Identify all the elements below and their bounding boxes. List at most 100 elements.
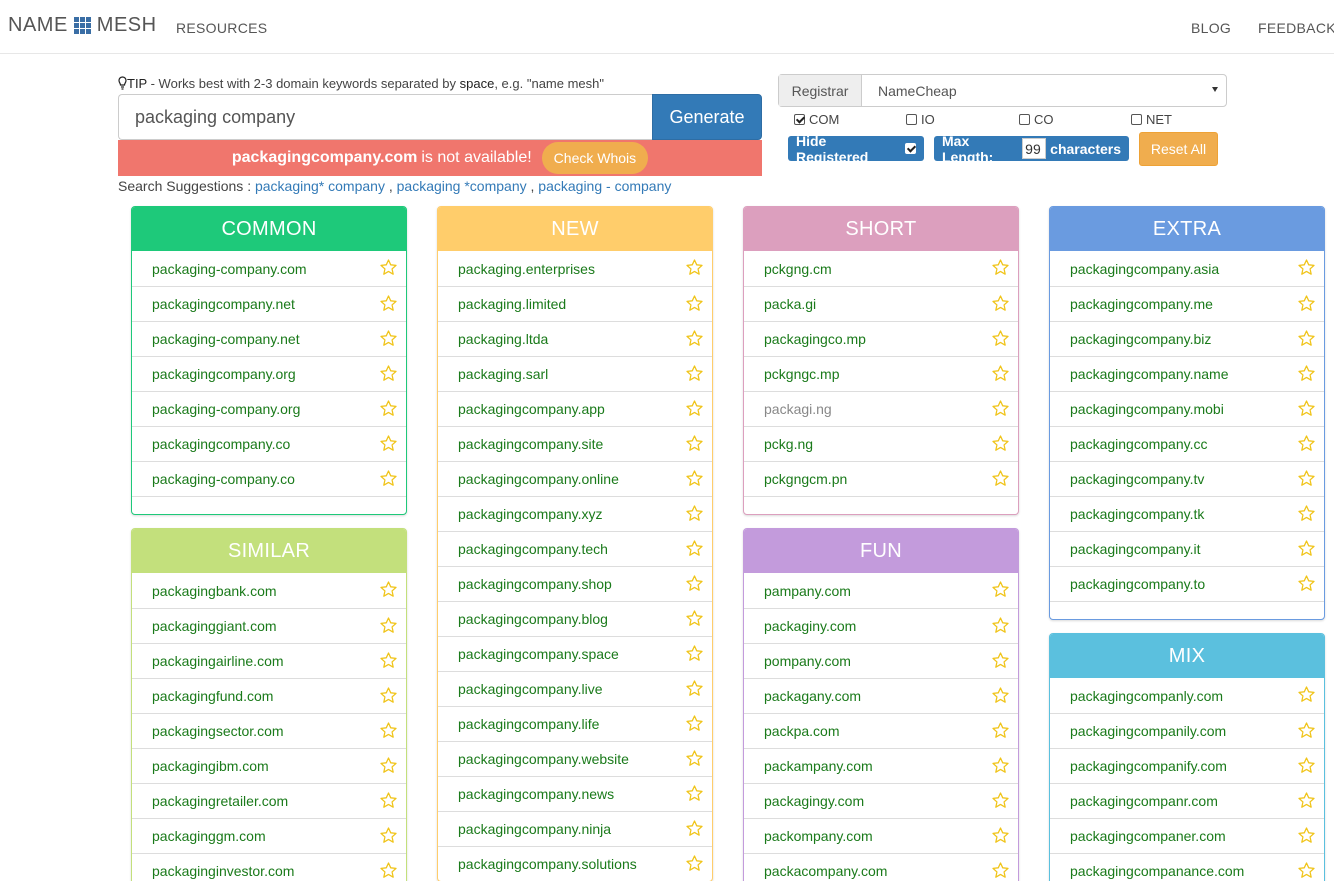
nav-resources[interactable]: RESOURCES [176, 20, 267, 36]
checkbox[interactable] [1131, 114, 1142, 125]
domain-row[interactable]: packagingcompany.xyz [438, 496, 712, 531]
star-icon[interactable] [379, 861, 398, 880]
domain-row[interactable]: packagingy.com [744, 783, 1018, 818]
domain-name[interactable]: packagingcompany.me [1070, 296, 1213, 312]
domain-name[interactable]: packagingcompany.tech [458, 541, 608, 557]
star-icon[interactable] [1297, 469, 1316, 488]
domain-row[interactable]: packagingcompany.tk [1050, 496, 1324, 531]
star-icon[interactable] [991, 721, 1010, 740]
star-icon[interactable] [379, 258, 398, 277]
domain-name[interactable]: packagingairline.com [152, 653, 284, 669]
star-icon[interactable] [1297, 791, 1316, 810]
domain-name[interactable]: packagingcompany.it [1070, 541, 1200, 557]
domain-row[interactable]: packagingco.mp [744, 321, 1018, 356]
domain-row[interactable]: packaging-company.net [132, 321, 406, 356]
star-icon[interactable] [991, 686, 1010, 705]
tld-net[interactable]: NET [1131, 112, 1172, 127]
domain-name[interactable]: packagingcompany.name [1070, 366, 1229, 382]
domain-name[interactable]: packaging.limited [458, 296, 566, 312]
domain-name[interactable]: pampany.com [764, 583, 851, 599]
domain-name[interactable]: pckgngcm.pn [764, 471, 847, 487]
star-icon[interactable] [685, 504, 704, 523]
star-icon[interactable] [1297, 826, 1316, 845]
domain-name[interactable]: packagingco.mp [764, 331, 866, 347]
domain-name[interactable]: packagingcompanly.com [1070, 688, 1223, 704]
domain-row[interactable]: packa.gi [744, 286, 1018, 321]
star-icon[interactable] [991, 756, 1010, 775]
star-icon[interactable] [379, 616, 398, 635]
star-icon[interactable] [1297, 258, 1316, 277]
domain-name[interactable]: packagingcompany.solutions [458, 856, 637, 872]
search-input[interactable] [118, 94, 653, 140]
domain-row[interactable]: packagingcompany.website [438, 741, 712, 776]
domain-name[interactable]: packampany.com [764, 758, 873, 774]
star-icon[interactable] [685, 574, 704, 593]
domain-row[interactable]: packagingcompany.net [132, 286, 406, 321]
domain-name[interactable]: packagingcompanr.com [1070, 793, 1218, 809]
domain-name[interactable]: packagingsector.com [152, 723, 284, 739]
domain-name[interactable]: packagingcompanance.com [1070, 863, 1244, 879]
domain-row[interactable]: packagingcompany.mobi [1050, 391, 1324, 426]
domain-row[interactable]: packagingcompaner.com [1050, 818, 1324, 853]
domain-name[interactable]: packagingcompany.to [1070, 576, 1205, 592]
star-icon[interactable] [685, 434, 704, 453]
domain-row[interactable]: packaginginvestor.com [132, 853, 406, 881]
star-icon[interactable] [1297, 504, 1316, 523]
domain-row[interactable]: packaging.sarl [438, 356, 712, 391]
star-icon[interactable] [685, 399, 704, 418]
tld-co[interactable]: CO [1019, 112, 1054, 127]
star-icon[interactable] [379, 364, 398, 383]
star-icon[interactable] [991, 580, 1010, 599]
star-icon[interactable] [379, 721, 398, 740]
domain-row[interactable]: packaging.limited [438, 286, 712, 321]
domain-row[interactable]: packagingcompany.org [132, 356, 406, 391]
domain-name[interactable]: packagingretailer.com [152, 793, 288, 809]
domain-row[interactable]: packagingairline.com [132, 643, 406, 678]
tld-com[interactable]: COM [794, 112, 839, 127]
domain-name[interactable]: packagingcompany.online [458, 471, 619, 487]
domain-row[interactable]: packagingcompany.solutions [438, 846, 712, 881]
domain-row[interactable]: packagingcompany.site [438, 426, 712, 461]
domain-name[interactable]: packagingcompany.asia [1070, 261, 1219, 277]
registrar-dropdown[interactable]: NameCheap [862, 75, 1226, 106]
tld-io[interactable]: IO [906, 112, 935, 127]
domain-name[interactable]: pckg.ng [764, 436, 813, 452]
domain-name[interactable]: packompany.com [764, 828, 873, 844]
domain-row[interactable]: packagingcompany.tech [438, 531, 712, 566]
domain-row[interactable]: packampany.com [744, 748, 1018, 783]
domain-row[interactable]: packagingcompany.tv [1050, 461, 1324, 496]
domain-row[interactable]: packaging-company.org [132, 391, 406, 426]
star-icon[interactable] [685, 749, 704, 768]
domain-name[interactable]: packagingcompany.mobi [1070, 401, 1224, 417]
domain-row[interactable]: pompany.com [744, 643, 1018, 678]
suggestion-link[interactable]: packaging* company [255, 178, 385, 194]
domain-row[interactable]: pckg.ng [744, 426, 1018, 461]
domain-row[interactable]: packaginggiant.com [132, 608, 406, 643]
star-icon[interactable] [379, 580, 398, 599]
domain-name[interactable]: packaginggiant.com [152, 618, 277, 634]
star-icon[interactable] [685, 679, 704, 698]
star-icon[interactable] [685, 854, 704, 873]
domain-name[interactable]: packacompany.com [764, 863, 887, 879]
domain-name[interactable]: pompany.com [764, 653, 851, 669]
star-icon[interactable] [1297, 399, 1316, 418]
domain-row[interactable]: packacompany.com [744, 853, 1018, 881]
domain-name[interactable]: packaging-company.net [152, 331, 300, 347]
star-icon[interactable] [379, 399, 398, 418]
domain-row[interactable]: packagingcompany.cc [1050, 426, 1324, 461]
domain-row[interactable]: packagingcompany.name [1050, 356, 1324, 391]
domain-row[interactable]: packagingcompanance.com [1050, 853, 1324, 881]
domain-row[interactable]: packaging-company.com [132, 251, 406, 286]
domain-row[interactable]: packagingcompanily.com [1050, 713, 1324, 748]
star-icon[interactable] [379, 651, 398, 670]
domain-row[interactable]: packaging-company.co [132, 461, 406, 496]
nav-feedback[interactable]: FEEDBACK [1258, 20, 1334, 36]
star-icon[interactable] [685, 469, 704, 488]
domain-name[interactable]: packagingcompany.xyz [458, 506, 602, 522]
domain-row[interactable]: pckgng.cm [744, 251, 1018, 286]
domain-name[interactable]: packagi.ng [764, 401, 832, 417]
star-icon[interactable] [991, 294, 1010, 313]
domain-name[interactable]: packagingfund.com [152, 688, 273, 704]
domain-name[interactable]: packagingcompany.blog [458, 611, 608, 627]
hide-registered-toggle[interactable]: Hide Registered [788, 133, 924, 165]
